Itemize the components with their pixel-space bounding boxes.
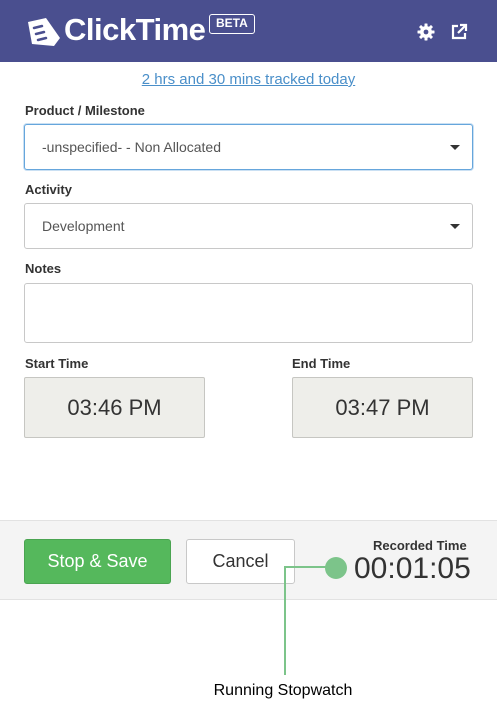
app-header: ClickTime BETA [0,0,497,62]
beta-badge: BETA [209,14,255,34]
product-select[interactable]: -unspecified- - Non Allocated [24,124,473,170]
callout-line [284,566,286,675]
recorded-time-label: Recorded Time [373,538,467,553]
recorded-time-value: 00:01:05 [354,552,471,585]
clicktime-logo-icon [28,18,60,46]
chevron-down-icon [450,224,460,229]
product-label: Product / Milestone [25,103,145,118]
gear-icon[interactable] [416,22,436,42]
start-time-field[interactable]: 03:46 PM [24,377,205,438]
stop-save-button[interactable]: Stop & Save [24,539,171,584]
callout-dot [325,557,347,579]
notes-label: Notes [25,261,62,276]
activity-select-value: Development [42,218,125,234]
end-time-field[interactable]: 03:47 PM [292,377,473,438]
product-select-value: -unspecified- - Non Allocated [42,139,221,155]
callout-label: Running Stopwatch [213,682,353,699]
notes-field[interactable] [24,283,473,343]
brand-name: ClickTime [64,12,206,47]
start-time-label: Start Time [25,356,89,371]
popout-icon[interactable] [449,22,469,42]
tracked-today-link[interactable]: 2 hrs and 30 mins tracked today [0,71,497,88]
end-time-label: End Time [292,356,351,371]
activity-label: Activity [25,182,72,197]
callout-connector [284,566,326,568]
cancel-button[interactable]: Cancel [186,539,295,584]
activity-select[interactable]: Development [24,203,473,249]
chevron-down-icon [450,145,460,150]
